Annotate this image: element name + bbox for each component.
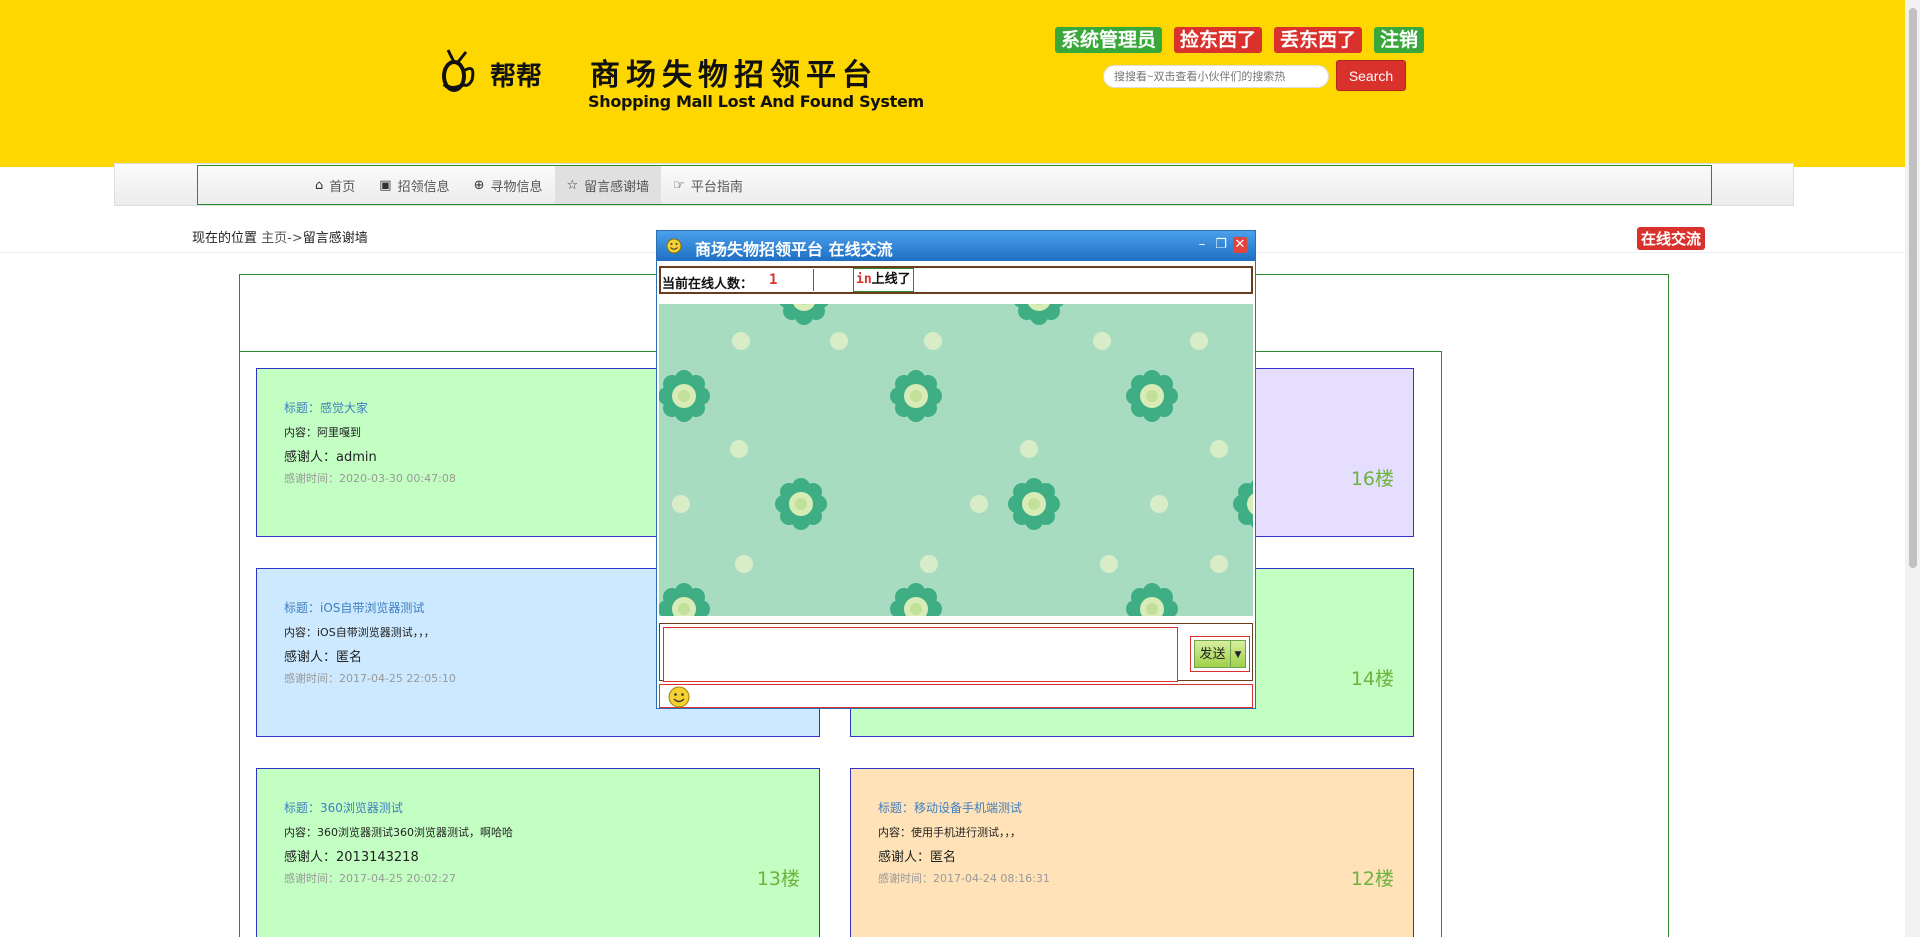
online-count: 1 bbox=[769, 272, 778, 288]
breadcrumb-prefix: 现在的位置 bbox=[192, 231, 258, 246]
chat-message-area[interactable] bbox=[659, 304, 1253, 616]
card-title[interactable]: 标题：iOS自带浏览器测试 bbox=[284, 599, 424, 616]
nav-found-info[interactable]: ▣ 招领信息 bbox=[367, 166, 461, 204]
card-time: 感谢时间：2017-04-25 22:05:10 bbox=[284, 672, 456, 685]
nav-guide-label: 平台指南 bbox=[690, 179, 743, 195]
card-title[interactable]: 标题：感觉大家 bbox=[284, 399, 368, 416]
card-content: 内容：360浏览器测试360浏览器测试，啊哈哈 bbox=[284, 826, 513, 839]
breadcrumb: 现在的位置 主页->留言感谢墙 bbox=[192, 227, 368, 246]
main-nav: ⌂ 首页 ▣ 招领信息 ⊕ 寻物信息 ☆ 留言感谢墙 ☞ 平台指南 bbox=[114, 163, 1794, 206]
online-status-row: 当前在线人数： 1 in上线了 bbox=[659, 266, 1253, 294]
card-person: 感谢人：admin bbox=[284, 450, 377, 465]
message-card: 标题：移动设备手机端测试 内容：使用手机进行测试，，， 感谢人：匿名 感谢时间：… bbox=[850, 768, 1414, 937]
page-scrollbar[interactable] bbox=[1905, 0, 1920, 937]
lost-item-link[interactable]: 丢东西了 bbox=[1274, 27, 1363, 53]
star-icon: ☆ bbox=[566, 177, 579, 193]
hand-right-icon: ☞ bbox=[673, 177, 685, 193]
nav-lost-info-label: 寻物信息 bbox=[490, 179, 543, 195]
logout-link[interactable]: 注销 bbox=[1374, 27, 1425, 53]
message-card: 标题：360浏览器测试 内容：360浏览器测试360浏览器测试，啊哈哈 感谢人：… bbox=[256, 768, 820, 937]
card-person: 感谢人：匿名 bbox=[878, 850, 957, 865]
online-chat-button[interactable]: 在线交流 bbox=[1637, 227, 1706, 250]
window-controls: – ❐ ✕ bbox=[1195, 237, 1247, 253]
admin-link[interactable]: 系统管理员 bbox=[1055, 27, 1163, 53]
online-count-label: 当前在线人数： bbox=[662, 277, 754, 292]
nav-lost-info[interactable]: ⊕ 寻物信息 bbox=[462, 166, 555, 204]
nav-home-label: 首页 bbox=[329, 179, 356, 195]
card-content: 内容：使用手机进行测试，，， bbox=[878, 826, 1021, 839]
notice-marquee bbox=[813, 269, 854, 291]
card-content: 内容：阿里嘎到 bbox=[284, 426, 361, 439]
notice-user: in bbox=[856, 272, 872, 287]
card-floor: 12楼 bbox=[1350, 868, 1394, 890]
smiley-icon bbox=[666, 238, 682, 254]
close-icon[interactable]: ✕ bbox=[1233, 237, 1247, 253]
scrollbar-thumb[interactable] bbox=[1909, 8, 1917, 568]
breadcrumb-home-link[interactable]: 主页-> bbox=[261, 231, 303, 246]
chat-title-bar[interactable]: 商场失物招领平台 在线交流 – ❐ ✕ bbox=[657, 231, 1255, 261]
home-icon: ⌂ bbox=[315, 177, 324, 193]
card-content: 内容：iOS自带浏览器测试，，， bbox=[284, 626, 435, 639]
found-item-link[interactable]: 捡东西了 bbox=[1174, 27, 1263, 53]
site-subtitle: Shopping Mall Lost And Found System bbox=[588, 92, 924, 111]
emoji-toolbar bbox=[659, 684, 1253, 708]
chat-window: 商场失物招领平台 在线交流 – ❐ ✕ 当前在线人数： 1 in上线了 发送 ▼ bbox=[656, 230, 1256, 709]
nav-found-info-label: 招领信息 bbox=[397, 179, 450, 195]
breadcrumb-current: 留言感谢墙 bbox=[302, 231, 368, 246]
card-time: 感谢时间：2020-03-30 00:47:08 bbox=[284, 472, 456, 485]
flower-pattern-background bbox=[659, 304, 1253, 616]
send-button[interactable]: 发送 bbox=[1194, 640, 1230, 668]
card-floor: 14楼 bbox=[1350, 668, 1394, 690]
search-button[interactable]: Search bbox=[1336, 60, 1406, 91]
nav-thanks-wall-label: 留言感谢墙 bbox=[584, 179, 650, 195]
chat-message-input[interactable] bbox=[663, 627, 1178, 682]
search-input[interactable] bbox=[1103, 65, 1329, 88]
send-button-group: 发送 ▼ bbox=[1190, 636, 1250, 672]
chat-title: 商场失物招领平台 在线交流 bbox=[695, 240, 893, 259]
restore-icon[interactable]: ❐ bbox=[1214, 237, 1228, 253]
online-notice: in上线了 bbox=[853, 268, 914, 292]
card-time: 感谢时间：2017-04-25 20:02:27 bbox=[284, 872, 456, 885]
site-title: 商场失物招领平台 bbox=[590, 58, 878, 93]
nav-guide[interactable]: ☞ 平台指南 bbox=[661, 166, 755, 204]
logo-text: 帮帮 bbox=[490, 62, 543, 92]
notice-text: 上线了 bbox=[871, 272, 911, 287]
card-floor: 16楼 bbox=[1350, 468, 1394, 490]
nav-home[interactable]: ⌂ 首页 bbox=[303, 166, 367, 204]
chat-input-row: 发送 ▼ bbox=[659, 623, 1253, 682]
send-options-dropdown[interactable]: ▼ bbox=[1230, 640, 1246, 668]
caret-down-icon: ▼ bbox=[1234, 650, 1242, 660]
card-title[interactable]: 标题：360浏览器测试 bbox=[284, 799, 403, 816]
nav-inner: ⌂ 首页 ▣ 招领信息 ⊕ 寻物信息 ☆ 留言感谢墙 ☞ 平台指南 bbox=[197, 165, 1712, 205]
card-person: 感谢人：2013143218 bbox=[284, 850, 419, 865]
picture-icon: ▣ bbox=[379, 177, 392, 193]
minimize-icon[interactable]: – bbox=[1195, 237, 1209, 253]
emoji-picker-icon[interactable] bbox=[668, 686, 690, 708]
card-title[interactable]: 标题：移动设备手机端测试 bbox=[878, 799, 1022, 816]
card-floor: 13楼 bbox=[756, 868, 800, 890]
nav-thanks-wall[interactable]: ☆ 留言感谢墙 bbox=[554, 166, 662, 204]
card-time: 感谢时间：2017-04-24 08:16:31 bbox=[878, 872, 1050, 885]
card-person: 感谢人：匿名 bbox=[284, 650, 363, 665]
zoom-icon: ⊕ bbox=[473, 177, 485, 193]
site-header: 帮帮 商场失物招领平台 Shopping Mall Lost And Found… bbox=[0, 0, 1905, 167]
top-links: 系统管理员 捡东西了 丢东西了 注销 bbox=[1055, 27, 1425, 53]
